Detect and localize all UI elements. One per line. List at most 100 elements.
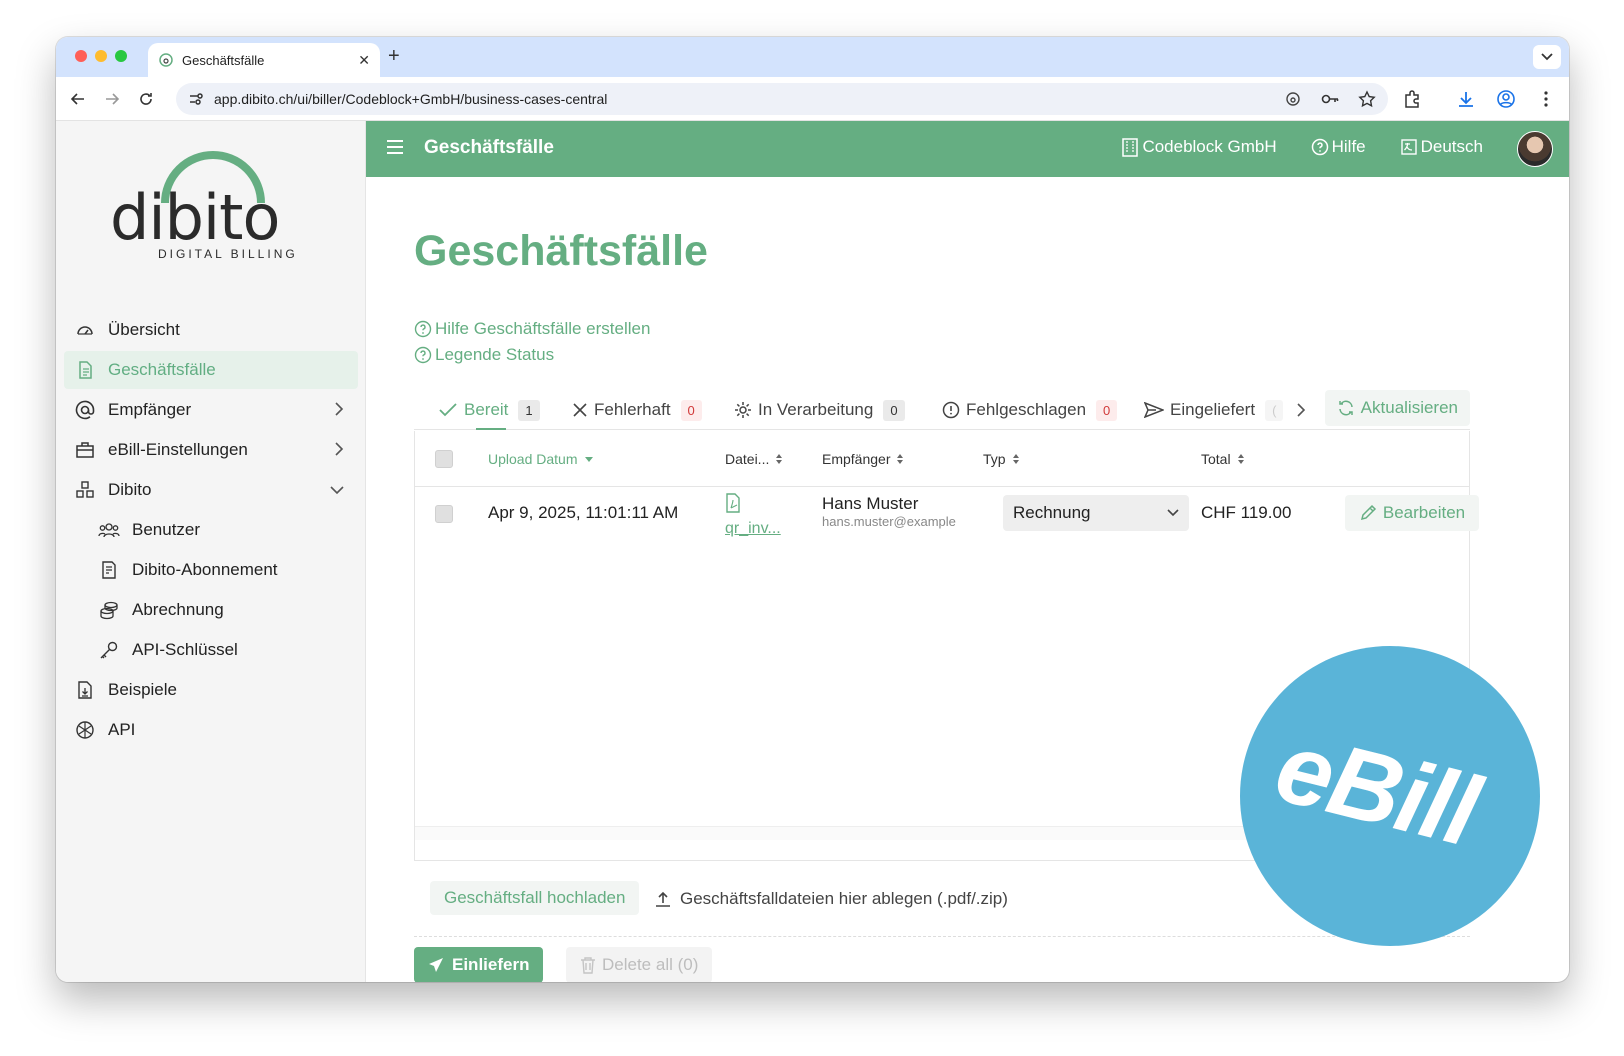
close-window-button[interactable] — [75, 50, 87, 62]
legend-status-link[interactable]: Legende Status — [414, 345, 554, 365]
column-file[interactable]: Datei... — [725, 451, 783, 467]
refresh-label: Aktualisieren — [1360, 398, 1458, 417]
password-key-icon[interactable] — [1320, 90, 1340, 108]
sidebar-item-geschaeftsfaelle[interactable]: Geschäftsfälle — [64, 351, 358, 389]
tab-bereit[interactable]: Bereit 1 — [438, 390, 540, 430]
column-label: Typ — [983, 451, 1006, 467]
sidebar-item-dibito[interactable]: Dibito — [64, 471, 358, 509]
download-icon[interactable] — [1456, 89, 1476, 109]
avatar[interactable] — [1517, 131, 1553, 167]
tab-fehlgeschlagen[interactable]: Fehlgeschlagen 0 — [942, 390, 1118, 430]
submit-label: Einliefern — [452, 955, 530, 974]
upload-button[interactable]: Geschäftsfall hochladen — [430, 881, 640, 915]
dibito-logo[interactable]: dibito DIGITAL BILLING — [110, 143, 310, 283]
tab-label: Fehlerhaft — [594, 400, 671, 419]
delete-all-label: Delete all (0) — [602, 955, 699, 974]
new-tab-button[interactable]: + — [388, 45, 400, 68]
forward-button[interactable] — [102, 89, 122, 109]
bookmark-star-icon[interactable] — [1358, 90, 1376, 108]
key-icon — [98, 639, 120, 661]
site-settings-icon[interactable] — [188, 91, 204, 107]
sidebar-item-label: Geschäftsfälle — [108, 360, 216, 379]
sidebar-item-label: Abrechnung — [132, 600, 224, 619]
sidebar-item-abrechnung[interactable]: Abrechnung — [64, 591, 358, 629]
sidebar-item-uebersicht[interactable]: Übersicht — [64, 311, 358, 349]
arrow-left-icon — [70, 93, 84, 105]
row-checkbox[interactable] — [435, 505, 453, 523]
upload-date: Apr 9, 2025, 11:01:11 AM — [488, 503, 679, 522]
send-icon — [1144, 402, 1164, 418]
tabs-scroll-right[interactable] — [1296, 390, 1306, 430]
company-switcher[interactable]: Codeblock GmbH — [1121, 137, 1277, 157]
dashboard-icon — [74, 319, 96, 341]
chevron-right-icon — [335, 402, 344, 416]
tracking-icon[interactable] — [1284, 90, 1302, 108]
tab-in-verarbeitung[interactable]: In Verarbeitung 0 — [734, 390, 905, 430]
browser-tab[interactable]: Geschäftsfälle ✕ — [148, 43, 380, 77]
active-tab-indicator — [476, 428, 506, 430]
column-label: Total — [1201, 451, 1231, 467]
sidebar-item-api-schluessel[interactable]: API-Schlüssel — [64, 631, 358, 669]
hamburger-menu-icon[interactable] — [386, 139, 404, 155]
tab-fehlerhaft[interactable]: Fehlerhaft 0 — [572, 390, 702, 430]
table-row[interactable]: Apr 9, 2025, 11:01:11 AM qr_inv... Hans … — [415, 487, 1479, 543]
tab-count: ( — [1265, 399, 1284, 421]
sidebar-item-ebill-einstellungen[interactable]: eBill-Einstellungen — [64, 431, 358, 469]
building-icon — [1122, 138, 1139, 157]
trash-icon — [581, 957, 595, 974]
logo-subtitle: DIGITAL BILLING — [158, 247, 298, 261]
column-recipient[interactable]: Empfänger — [822, 451, 904, 467]
back-button[interactable] — [68, 89, 88, 109]
sidebar-item-beispiele[interactable]: Beispiele — [64, 671, 358, 709]
favicon-icon — [159, 53, 173, 67]
help-create-link[interactable]: Hilfe Geschäftsfälle erstellen — [414, 319, 650, 339]
column-type[interactable]: Typ — [983, 451, 1020, 467]
tab-eingeliefert[interactable]: Eingeliefert ( — [1144, 390, 1284, 430]
tab-title: Geschäftsfälle — [182, 52, 265, 68]
sidebar-item-label: API-Schlüssel — [132, 640, 238, 659]
recipient-name: Hans Muster — [822, 494, 919, 513]
upload-icon — [656, 891, 670, 907]
select-all-checkbox[interactable] — [435, 450, 453, 468]
file-link[interactable]: qr_inv... — [725, 493, 781, 538]
sidebar-item-api[interactable]: API — [64, 711, 358, 749]
type-select[interactable]: Rechnung — [1003, 495, 1189, 531]
topbar-title: Geschäftsfälle — [424, 137, 554, 158]
total-value: CHF 119.00 — [1201, 503, 1292, 522]
delete-all-button[interactable]: Delete all (0) — [566, 947, 713, 982]
document-icon — [74, 359, 96, 381]
address-bar[interactable]: app.dibito.ch/ui/biller/Codeblock+GmbH/b… — [176, 83, 1388, 115]
chevron-down-icon — [1167, 509, 1179, 517]
language-switcher[interactable]: Deutsch — [1400, 137, 1483, 157]
pencil-icon — [1360, 504, 1376, 521]
column-total[interactable]: Total — [1201, 451, 1245, 467]
alert-circle-icon — [942, 401, 960, 419]
sidebar-item-label: API — [108, 720, 136, 739]
submit-button[interactable]: Einliefern — [414, 947, 544, 982]
reload-button[interactable] — [136, 89, 156, 109]
maximize-window-button[interactable] — [115, 50, 127, 62]
help-link[interactable]: Hilfe — [1311, 137, 1366, 157]
tab-search-button[interactable] — [1533, 45, 1561, 69]
reload-icon — [140, 93, 152, 105]
refresh-button[interactable]: Aktualisieren — [1324, 390, 1470, 426]
sidebar-item-dibito-abonnement[interactable]: Dibito-Abonnement — [64, 551, 358, 589]
contract-icon — [98, 559, 120, 581]
minimize-window-button[interactable] — [95, 50, 107, 62]
tab-count: 1 — [518, 399, 540, 421]
sidebar-item-benutzer[interactable]: Benutzer — [64, 511, 358, 549]
question-circle-icon — [414, 346, 432, 364]
sidebar-item-label: eBill-Einstellungen — [108, 440, 248, 459]
sidebar-item-label: Dibito — [108, 480, 152, 499]
profile-icon[interactable] — [1496, 89, 1516, 109]
tab-close-icon[interactable]: ✕ — [358, 52, 370, 69]
column-label: Upload Datum — [488, 451, 578, 467]
edit-button[interactable]: Bearbeiten — [1345, 495, 1479, 531]
more-menu-icon[interactable] — [1536, 89, 1556, 109]
pdf-file-icon — [726, 493, 740, 513]
edit-label: Bearbeiten — [1382, 503, 1466, 522]
sidebar-item-empfaenger[interactable]: Empfänger — [64, 391, 358, 429]
extensions-icon[interactable] — [1402, 89, 1422, 109]
column-upload-date[interactable]: Upload Datum — [488, 451, 594, 467]
chevron-down-icon — [1541, 53, 1553, 61]
